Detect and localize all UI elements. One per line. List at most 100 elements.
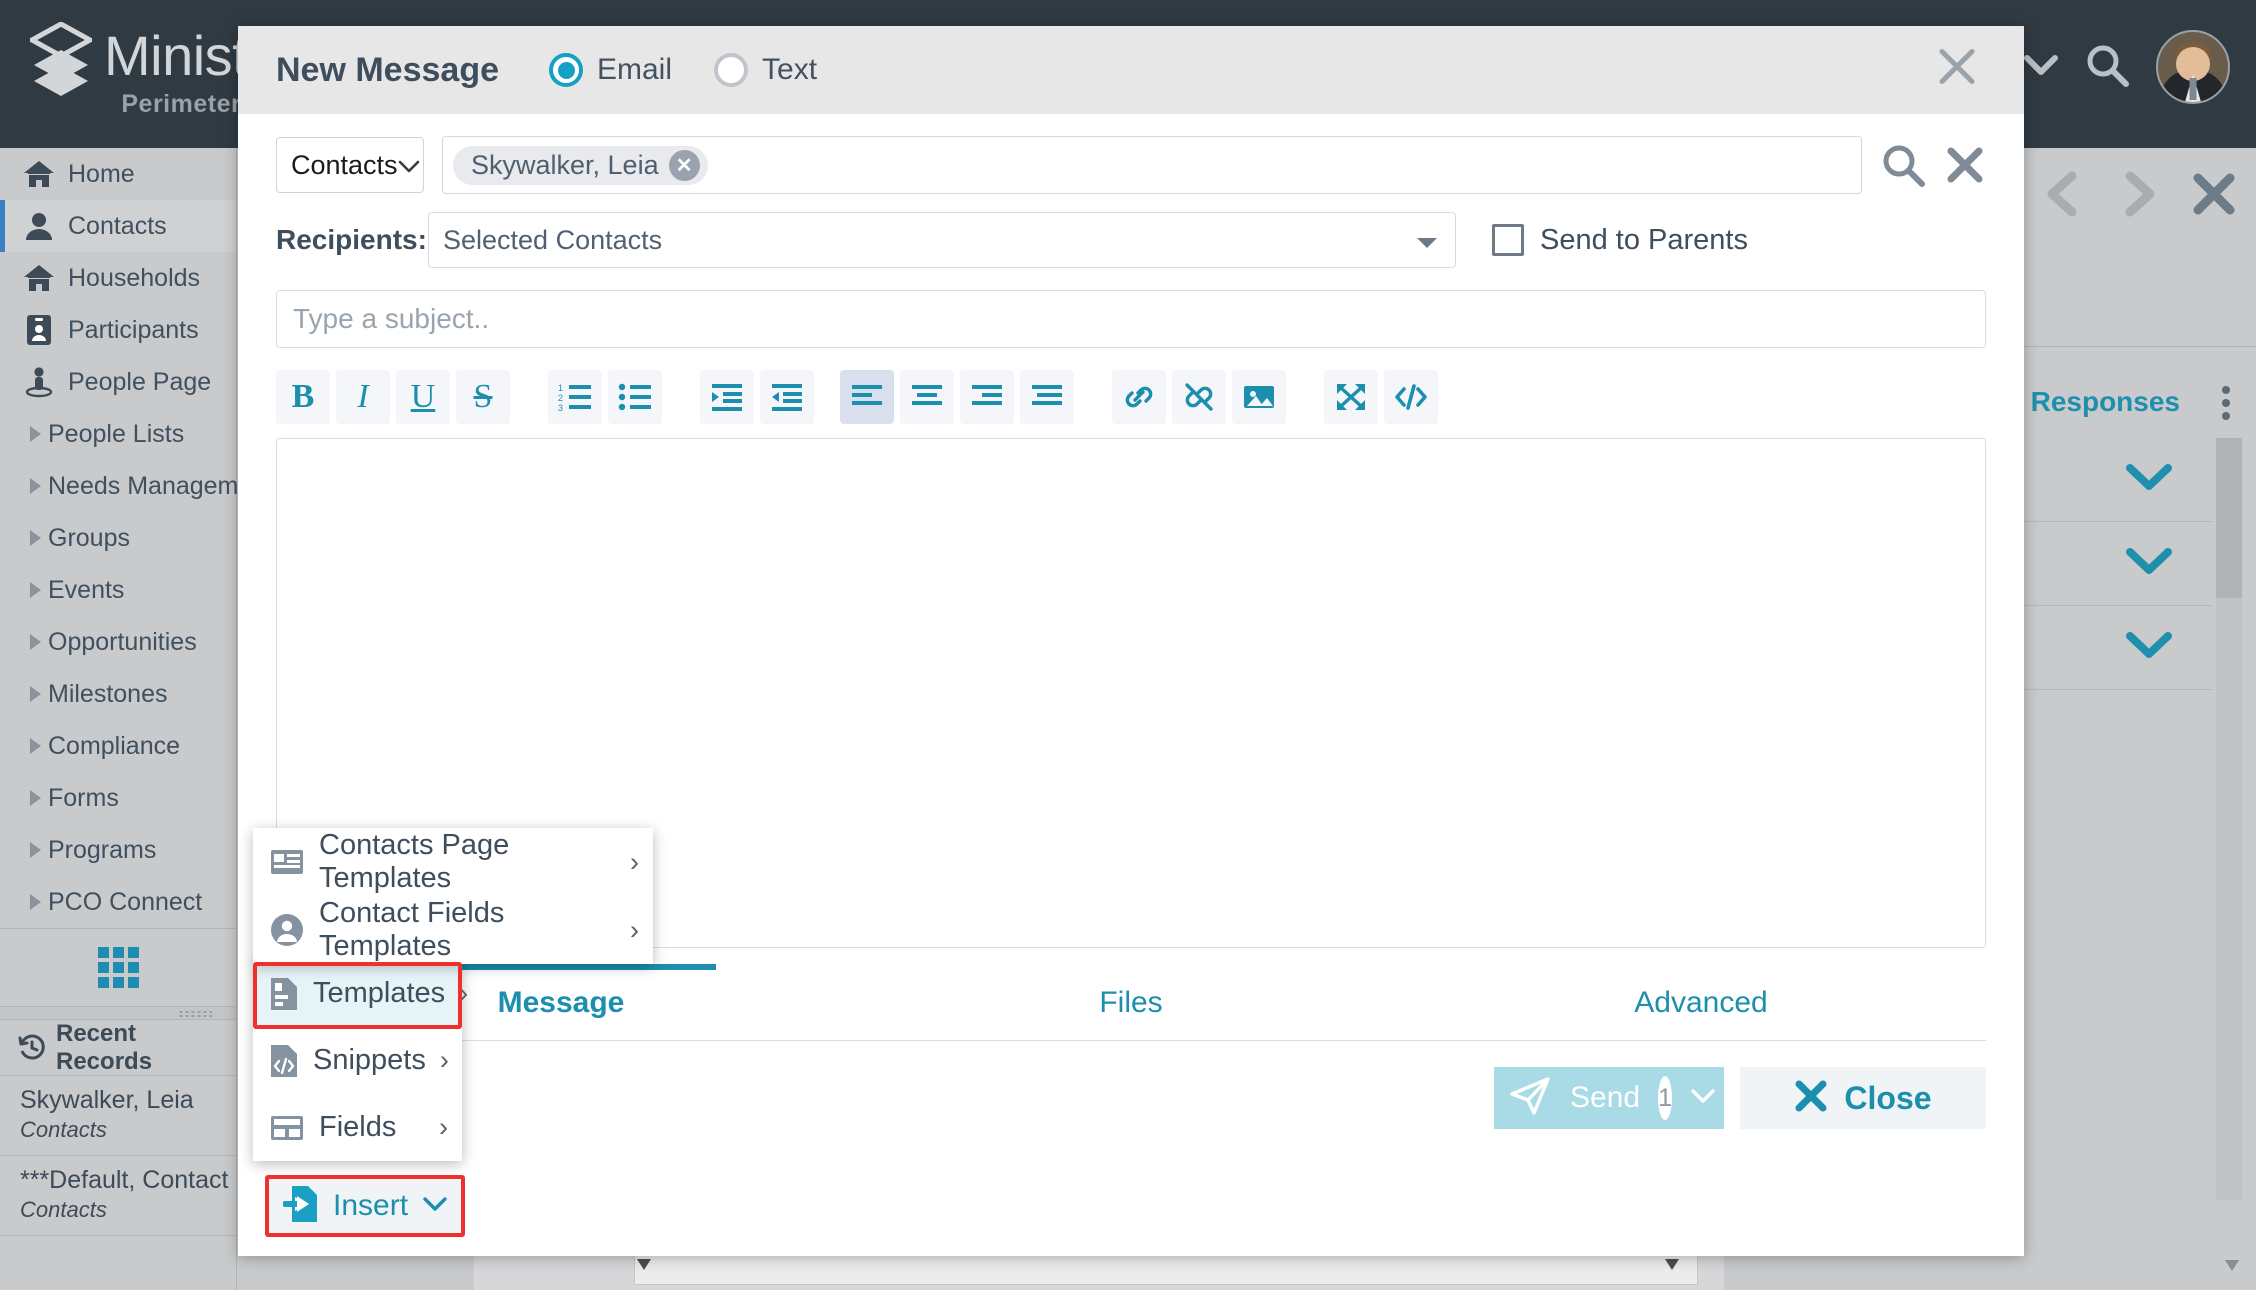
sidebar-item-people-lists[interactable]: People Lists xyxy=(0,408,236,460)
unordered-list-icon[interactable] xyxy=(608,370,662,424)
ordered-list-icon[interactable]: 123 xyxy=(548,370,602,424)
checkbox-unchecked-icon xyxy=(1492,224,1524,256)
modal-body: Contacts Skywalker, Leia ✕ Recipients: S… xyxy=(238,114,2024,1129)
subject-placeholder: Type a subject.. xyxy=(293,303,490,334)
app-logo[interactable]: Minist Perimeter xyxy=(30,22,248,119)
recipients-label: Recipients: xyxy=(276,224,427,255)
sidebar-item-forms[interactable]: Forms xyxy=(0,772,236,824)
menu-item-contact-fields-templates[interactable]: Contact Fields Templates › xyxy=(253,896,653,964)
badge-icon xyxy=(22,313,56,347)
radio-email-label: Email xyxy=(597,53,673,86)
sidebar-item-label: People Lists xyxy=(48,419,185,448)
sidebar-item-people-page[interactable]: People Page xyxy=(0,356,236,408)
vertical-scrollbar[interactable] xyxy=(2216,438,2242,1200)
bold-icon[interactable]: B xyxy=(276,370,330,424)
sidebar-item-households[interactable]: Households xyxy=(0,252,236,304)
message-type-radio-group: Email Text xyxy=(549,53,817,87)
kebab-menu-icon[interactable] xyxy=(2222,386,2230,420)
send-to-parents-checkbox[interactable]: Send to Parents xyxy=(1492,224,1748,257)
align-justify-icon[interactable] xyxy=(1020,370,1074,424)
indent-icon[interactable] xyxy=(700,370,754,424)
search-icon[interactable] xyxy=(1880,142,1926,188)
italic-icon[interactable]: I xyxy=(336,370,390,424)
scroll-down-icon[interactable] xyxy=(2224,1258,2240,1277)
menu-item-templates[interactable]: Templates › xyxy=(253,960,468,1027)
caret-right-icon xyxy=(22,581,48,599)
list-item[interactable]: ***Default, Contact Contacts xyxy=(0,1156,236,1236)
align-center-icon[interactable] xyxy=(900,370,954,424)
scroll-right-icon[interactable] xyxy=(1664,1257,1680,1276)
tab-files[interactable]: Files xyxy=(846,964,1416,1040)
snippet-code-icon xyxy=(269,1044,299,1078)
chevron-right-icon: › xyxy=(459,978,469,1008)
chevron-right-icon[interactable] xyxy=(2118,170,2158,227)
sidebar-item-contacts[interactable]: Contacts xyxy=(0,200,236,252)
align-right-icon[interactable] xyxy=(960,370,1014,424)
align-left-icon[interactable] xyxy=(840,370,894,424)
modal-close-icon[interactable] xyxy=(1936,46,1978,95)
insert-button[interactable]: Insert xyxy=(265,1175,465,1237)
sidebar-item-milestones[interactable]: Milestones xyxy=(0,668,236,720)
recipients-row: Recipients: Selected Contacts Send to Pa… xyxy=(276,212,1986,268)
close-icon[interactable] xyxy=(2192,172,2236,225)
chevron-down-icon[interactable] xyxy=(2126,632,2172,663)
send-button[interactable]: Send 1 xyxy=(1494,1067,1724,1129)
sidebar-item-participants[interactable]: Participants xyxy=(0,304,236,356)
unlink-icon[interactable] xyxy=(1172,370,1226,424)
sidebar-item-programs[interactable]: Programs xyxy=(0,824,236,876)
new-message-modal: New Message Email Text Contacts Skywalke… xyxy=(238,26,2024,1256)
chevron-down-icon xyxy=(422,1196,448,1217)
fullscreen-icon[interactable] xyxy=(1324,370,1378,424)
sidebar-item-opportunities[interactable]: Opportunities xyxy=(0,616,236,668)
radio-text[interactable]: Text xyxy=(714,53,817,87)
sidebar-item-home[interactable]: Home xyxy=(0,148,236,200)
strikethrough-icon[interactable]: S xyxy=(456,370,510,424)
scrollbar-track[interactable] xyxy=(634,1251,1698,1285)
close-icon[interactable]: ✕ xyxy=(668,149,700,181)
clear-recipients-icon[interactable] xyxy=(1944,144,1986,186)
chevron-left-icon[interactable] xyxy=(2044,170,2084,227)
sidebar-item-label: Opportunities xyxy=(48,627,197,656)
chevron-down-icon xyxy=(1415,225,1439,256)
menu-item-contacts-page-templates[interactable]: Contacts Page Templates › xyxy=(253,828,653,896)
list-item[interactable]: Skywalker, Leia Contacts xyxy=(0,1076,236,1156)
outdent-icon[interactable] xyxy=(760,370,814,424)
recipient-chip-field[interactable]: Skywalker, Leia ✕ xyxy=(442,136,1862,194)
close-button-label: Close xyxy=(1844,1079,1932,1116)
sidebar-item-label: Groups xyxy=(48,523,130,552)
chevron-down-icon[interactable] xyxy=(1690,1088,1716,1109)
link-icon[interactable] xyxy=(1112,370,1166,424)
sidebar-item-compliance[interactable]: Compliance xyxy=(0,720,236,772)
tab-advanced[interactable]: Advanced xyxy=(1416,964,1986,1040)
recent-records-header: Recent Records xyxy=(0,1020,236,1076)
sidebar-resize-handle[interactable] xyxy=(0,1006,236,1020)
sidebar-item-needs-management[interactable]: Needs Management xyxy=(0,460,273,512)
logo-title: Minist xyxy=(104,24,248,87)
sidebar-item-label: Participants xyxy=(68,315,199,344)
search-icon[interactable] xyxy=(2084,42,2130,93)
close-button[interactable]: Close xyxy=(1740,1067,1986,1129)
source-select[interactable]: Contacts xyxy=(276,137,424,193)
apps-grid-button[interactable] xyxy=(0,928,236,1006)
sidebar-item-events[interactable]: Events xyxy=(0,564,236,616)
sidebar-item-label: Home xyxy=(68,159,135,188)
chevron-down-icon[interactable] xyxy=(2126,464,2172,495)
caret-right-icon xyxy=(22,633,48,651)
recipients-select[interactable]: Selected Contacts xyxy=(428,212,1456,268)
menu-item-snippets[interactable]: Snippets › xyxy=(253,1027,462,1094)
sidebar-item-groups[interactable]: Groups xyxy=(0,512,236,564)
scroll-left-icon[interactable] xyxy=(636,1257,652,1276)
subject-input[interactable]: Type a subject.. xyxy=(276,290,1986,348)
scrollbar-thumb[interactable] xyxy=(2216,438,2242,598)
avatar[interactable] xyxy=(2156,30,2230,104)
underline-icon[interactable]: U xyxy=(396,370,450,424)
menu-item-fields[interactable]: Fields › xyxy=(253,1094,462,1161)
sidebar-nav: Home Contacts Households Participants People… xyxy=(0,148,273,928)
sidebar-item-label: Compliance xyxy=(48,731,181,760)
radio-email[interactable]: Email xyxy=(549,53,672,87)
chevron-down-icon[interactable] xyxy=(2024,54,2058,81)
source-code-icon[interactable] xyxy=(1384,370,1438,424)
sidebar-item-pco-connect[interactable]: PCO Connect xyxy=(0,876,236,928)
chevron-down-icon[interactable] xyxy=(2126,548,2172,579)
image-icon[interactable] xyxy=(1232,370,1286,424)
